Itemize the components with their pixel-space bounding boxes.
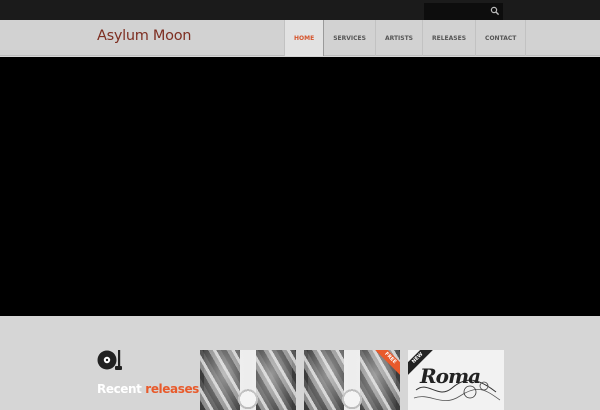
title-word-releases: releases.: [145, 382, 204, 396]
album-art: [200, 350, 296, 410]
site-header: Asylum Moon HOME SERVICES ARTISTS RELEAS…: [0, 20, 600, 56]
nav-item-services[interactable]: SERVICES: [324, 20, 376, 56]
nav-item-home[interactable]: HOME: [285, 20, 325, 56]
search-box: [424, 3, 503, 20]
album-art-title: Roma: [420, 364, 481, 388]
main-nav: HOME SERVICES ARTISTS RELEASES CONTACT: [284, 20, 527, 56]
search-icon[interactable]: [490, 6, 500, 16]
section-title: Recent releases.: [97, 382, 203, 396]
nav-item-releases[interactable]: RELEASES: [423, 20, 477, 56]
vinyl-record-icon: [97, 350, 122, 370]
search-input[interactable]: [428, 5, 486, 17]
nav-item-contact[interactable]: CONTACT: [476, 20, 527, 56]
recent-releases-section: Recent releases. FREE Roma NEW: [0, 316, 600, 410]
release-thumbnail[interactable]: [200, 350, 296, 410]
release-thumbnail[interactable]: FREE: [304, 350, 400, 410]
nav-item-artists[interactable]: ARTISTS: [376, 20, 424, 56]
release-thumbnail[interactable]: Roma NEW: [408, 350, 504, 410]
title-word-recent: Recent: [97, 382, 142, 396]
site-logo[interactable]: Asylum Moon: [97, 28, 191, 44]
hero-banner: [0, 57, 600, 316]
top-bar: [0, 0, 600, 20]
